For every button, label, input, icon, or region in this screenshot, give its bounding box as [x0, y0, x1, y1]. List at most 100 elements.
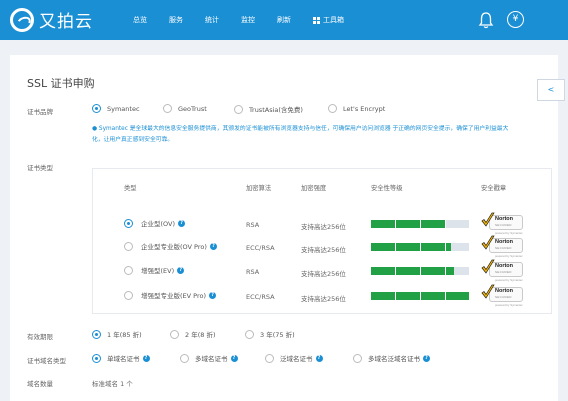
domain-type-option-multi-wildcard[interactable]: 多域名泛域名证书? — [353, 353, 430, 363]
help-icon[interactable]: ? — [177, 266, 185, 274]
radio-button[interactable] — [163, 104, 172, 113]
cert-type-option[interactable]: 企业型(OV)? — [124, 218, 186, 228]
domain-type-option-multi[interactable]: 多域名证书? — [180, 353, 238, 363]
bullet-icon: ● — [92, 126, 99, 132]
seal-name: Norton — [495, 288, 514, 294]
cert-type-option[interactable]: 增强型(EV)? — [124, 265, 185, 275]
seal-subtitle: SECURED — [495, 223, 512, 227]
checkmark-icon — [481, 259, 495, 274]
brand-option-label: GeoTrust — [178, 104, 207, 113]
security-level-fill — [371, 267, 454, 275]
help-icon[interactable]: ? — [209, 242, 217, 250]
radio-button[interactable] — [234, 104, 243, 114]
collapse-side-button[interactable]: < — [537, 79, 565, 101]
norton-seal: Norton SECURED powered by Symantec — [481, 212, 525, 235]
security-level-bar — [371, 243, 469, 251]
bar-segment-divider — [420, 267, 421, 275]
seal-subtitle: SECURED — [495, 246, 512, 250]
cert-algorithm: RSA — [246, 268, 260, 276]
brand-label: 证书品牌 — [27, 108, 53, 116]
domain-type-option-label: 多域名泛域名证书 — [368, 355, 420, 363]
bar-segment-divider — [395, 243, 396, 251]
nav-item-monitoring[interactable]: 监控 — [241, 15, 255, 25]
bell-icon[interactable] — [478, 11, 494, 29]
radio-button[interactable] — [92, 353, 101, 363]
brand-option-trustasia[interactable]: TrustAsia(含免费) — [234, 104, 303, 114]
seal-powered-by: powered by Symantec — [495, 278, 523, 282]
main-nav: 总览 服务 统计 监控 刷新 工具箱 — [133, 0, 366, 40]
radio-button[interactable] — [124, 241, 133, 251]
checkmark-icon — [481, 284, 495, 299]
column-header-strength: 加密强度 — [301, 185, 327, 192]
domain-type-option-single[interactable]: 单域名证书? — [92, 353, 150, 363]
brand-option-label: Symantec — [107, 104, 140, 113]
cert-type-option[interactable]: 增强型专业版(EV Pro)? — [124, 290, 217, 300]
column-header-type: 类型 — [124, 185, 137, 192]
period-option-1-year[interactable]: 1 年(85 折) — [92, 329, 142, 339]
column-header-algorithm: 加密算法 — [246, 185, 272, 192]
period-option-label: 2 年(8 折) — [185, 331, 216, 339]
column-header-security: 安全性等级 — [371, 185, 403, 192]
grid-icon — [313, 16, 320, 24]
radio-button[interactable] — [180, 353, 189, 363]
period-option-label: 1 年(85 折) — [107, 331, 142, 339]
radio-button[interactable] — [328, 104, 337, 113]
radio-button[interactable] — [124, 265, 133, 275]
nav-item-services[interactable]: 服务 — [169, 15, 183, 25]
cert-algorithm: RSA — [246, 221, 260, 229]
checkmark-icon — [481, 235, 495, 250]
radio-button[interactable] — [245, 329, 254, 339]
domain-type-option-label: 多域名证书 — [195, 355, 228, 363]
domain-count-value: 标准域名 1 个 — [92, 380, 133, 388]
radio-button[interactable] — [92, 104, 101, 113]
seal-powered-by: powered by Symantec — [495, 303, 523, 307]
brand-option-letsencrypt[interactable]: Let's Encrypt — [328, 104, 385, 113]
bar-segment-divider — [395, 220, 396, 228]
brand-logo[interactable]: 又拍云 — [10, 7, 93, 32]
period-option-label: 3 年(75 折) — [260, 331, 295, 339]
radio-button[interactable] — [124, 218, 133, 228]
help-icon[interactable]: ? — [315, 354, 323, 362]
brand-option-symantec[interactable]: Symantec — [92, 104, 140, 113]
help-icon[interactable]: ? — [209, 291, 217, 299]
bar-segment-divider — [445, 220, 446, 228]
nav-item-refresh[interactable]: 刷新 — [277, 15, 291, 25]
brand-option-geotrust[interactable]: GeoTrust — [163, 104, 207, 113]
checkmark-icon — [481, 212, 495, 227]
bar-segment-divider — [420, 243, 421, 251]
seal-name: Norton — [495, 239, 514, 245]
domain-type-option-wildcard[interactable]: 泛域名证书? — [265, 353, 323, 363]
radio-button[interactable] — [124, 290, 133, 300]
help-icon[interactable]: ? — [230, 354, 238, 362]
bar-segment-divider — [395, 267, 396, 275]
cert-type-option[interactable]: 企业型专业版(OV Pro)? — [124, 241, 217, 251]
norton-seal: Norton SECURED powered by Symantec — [481, 235, 525, 258]
cert-type-name: 增强型(EV) — [141, 267, 175, 275]
radio-button[interactable] — [265, 353, 274, 363]
help-icon[interactable]: ? — [178, 219, 186, 227]
help-icon[interactable]: ? — [423, 354, 430, 362]
seal-subtitle: SECURED — [495, 295, 512, 299]
radio-button[interactable] — [353, 353, 362, 363]
domain-count-label: 域名数量 — [27, 380, 53, 388]
help-icon[interactable]: ? — [142, 354, 150, 362]
nav-item-toolbox-label: 工具箱 — [323, 16, 344, 24]
domain-type-option-label: 泛域名证书 — [280, 355, 313, 363]
cert-type-name: 企业型(OV) — [141, 220, 176, 228]
bar-segment-divider — [445, 243, 446, 251]
period-option-2-years[interactable]: 2 年(8 折) — [170, 329, 215, 339]
yen-icon[interactable]: ¥ — [507, 11, 524, 28]
page-title: SSL 证书申购 — [27, 77, 95, 90]
column-header-seal: 安全戳章 — [481, 185, 507, 192]
period-option-3-years[interactable]: 3 年(75 折) — [245, 329, 295, 339]
period-label: 有效期限 — [27, 333, 53, 341]
nav-item-statistics[interactable]: 统计 — [205, 15, 219, 25]
nav-item-toolbox[interactable]: 工具箱 — [313, 15, 344, 25]
seal-powered-by: powered by Symantec — [495, 231, 523, 235]
nav-item-overview[interactable]: 总览 — [133, 15, 147, 25]
brand-option-label: TrustAsia(含免费) — [249, 106, 303, 114]
cert-strength: 支持高达256位 — [301, 246, 346, 254]
brand-option-label: Let's Encrypt — [343, 104, 386, 113]
radio-button[interactable] — [170, 329, 179, 339]
radio-button[interactable] — [92, 329, 101, 339]
